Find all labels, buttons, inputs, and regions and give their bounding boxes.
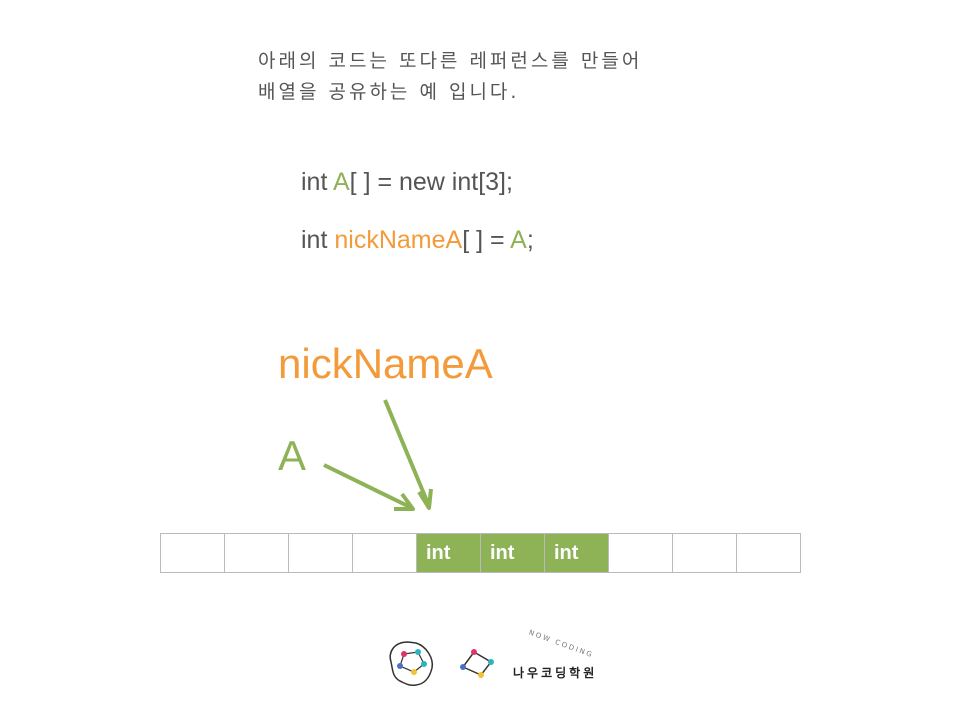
reference-arrows xyxy=(323,399,433,511)
memory-cell xyxy=(161,533,225,573)
memory-cell xyxy=(609,533,673,573)
arrow-nickname xyxy=(383,399,431,507)
memory-cell xyxy=(737,533,801,573)
arrow-a xyxy=(323,463,413,510)
brand-name: 나우코딩학원 xyxy=(513,666,598,680)
memory-cell xyxy=(225,533,289,573)
brain-logo-icon xyxy=(389,641,434,686)
memory-cell xyxy=(289,533,353,573)
memory-cell: int xyxy=(545,533,609,573)
memory-cell: int xyxy=(417,533,481,573)
memory-cell xyxy=(673,533,737,573)
memory-cell xyxy=(353,533,417,573)
memory-block: int int int xyxy=(160,533,801,573)
memory-cell: int xyxy=(481,533,545,573)
node-graph-icon xyxy=(460,649,494,678)
